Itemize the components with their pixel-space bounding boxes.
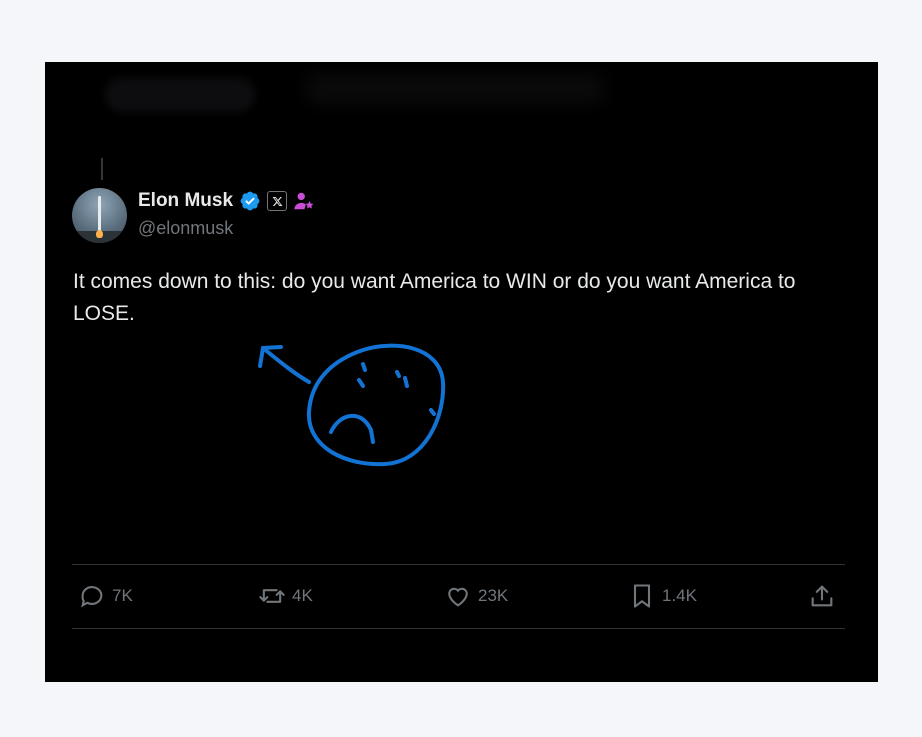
tweet-card: Elon Musk @elonmusk It comes down to thi…: [45, 62, 878, 682]
like-button[interactable]: 23K: [444, 582, 508, 610]
like-count: 23K: [478, 586, 509, 605]
bookmark-icon: [633, 584, 651, 608]
repost-button[interactable]: 4K: [258, 582, 313, 610]
divider-top: [72, 564, 845, 565]
action-bar: 7K 4K 23K 1.4K: [72, 572, 845, 622]
author-row: Elon Musk: [138, 190, 315, 212]
sad-face-doodle: [258, 343, 446, 467]
reply-icon: [81, 586, 103, 608]
tweet-text: It comes down to this: do you want Ameri…: [73, 270, 796, 325]
verified-badge-icon[interactable]: [239, 190, 261, 212]
divider-bottom: [72, 628, 845, 629]
avatar[interactable]: [72, 188, 127, 243]
reply-button[interactable]: 7K: [78, 582, 133, 610]
author-handle[interactable]: @elonmusk: [138, 218, 233, 239]
reply-count: 7K: [112, 586, 133, 605]
share-icon: [811, 585, 833, 607]
repost-count: 4K: [292, 586, 313, 605]
author-name[interactable]: Elon Musk: [138, 190, 233, 212]
blurred-header: [105, 78, 255, 112]
like-icon: [448, 587, 468, 607]
share-button[interactable]: [808, 582, 836, 610]
bookmark-count: 1.4K: [662, 586, 697, 605]
blurred-header-secondary: [305, 74, 605, 104]
user-badge-icon[interactable]: [293, 190, 315, 212]
x-affiliate-icon[interactable]: [267, 191, 288, 211]
repost-icon: [259, 589, 285, 603]
thread-line: [101, 158, 103, 180]
bookmark-button[interactable]: 1.4K: [628, 582, 697, 610]
